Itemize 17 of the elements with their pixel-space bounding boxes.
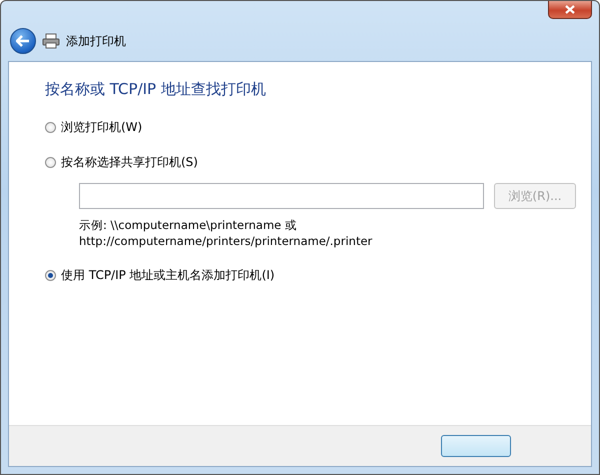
- back-button[interactable]: [10, 28, 36, 54]
- radio-label[interactable]: 按名称选择共享打印机(S): [61, 154, 198, 171]
- example-text: 示例: \\computername\printername 或: [79, 217, 298, 233]
- page-heading: 按名称或 TCP/IP 地址查找打印机: [45, 80, 267, 99]
- radio-button[interactable]: [45, 157, 56, 168]
- example-text: http://computername/printers/printername/.printer: [79, 233, 374, 249]
- window-title: 添加打印机: [66, 32, 126, 50]
- radio-label[interactable]: 浏览打印机(W): [61, 119, 142, 136]
- next-button[interactable]: [441, 435, 511, 457]
- radio-label[interactable]: 使用 TCP/IP 地址或主机名添加打印机(I): [61, 267, 275, 284]
- close-icon: [565, 5, 575, 14]
- close-button[interactable]: [548, 1, 592, 19]
- back-arrow-icon: [16, 35, 30, 47]
- printer-name-field[interactable]: [79, 183, 484, 209]
- radio-button[interactable]: [45, 270, 56, 281]
- radio-button[interactable]: [45, 122, 56, 133]
- printer-icon: [42, 33, 60, 49]
